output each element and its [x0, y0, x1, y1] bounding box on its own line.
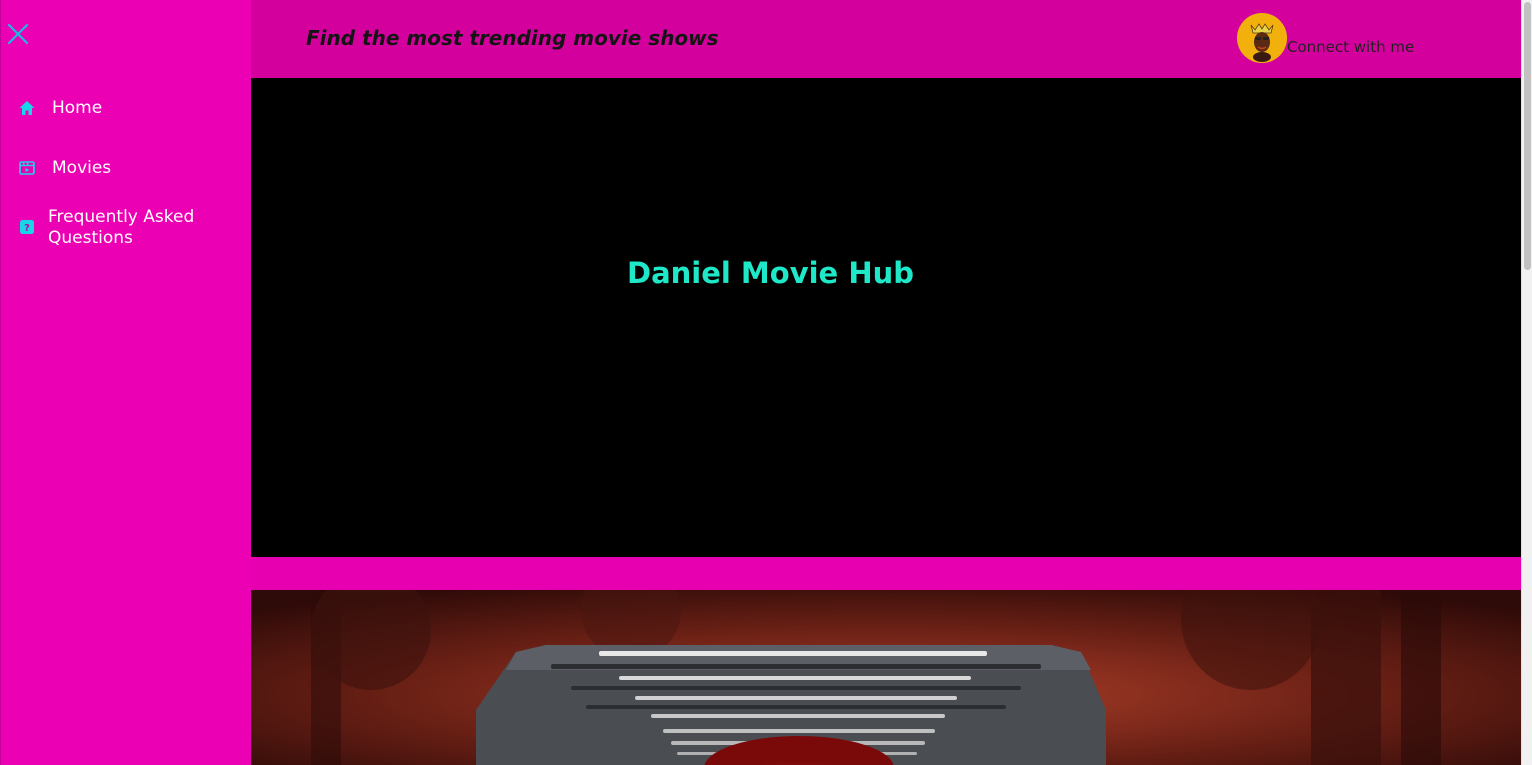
hero-banner: Daniel Movie Hub [251, 78, 1521, 557]
section-divider [251, 557, 1521, 590]
svg-text:?: ? [24, 223, 30, 234]
sidebar-item-label: Movies [52, 158, 112, 178]
sidebar: Home Movies ? Frequently Asked Questions [0, 0, 251, 765]
sidebar-item-movies[interactable]: Movies [17, 158, 111, 179]
connect-with-me-link[interactable]: Connect with me [1237, 13, 1414, 63]
close-icon[interactable] [6, 22, 30, 46]
avatar [1237, 13, 1287, 63]
top-header: Find the most trending movie shows Conne… [251, 0, 1521, 78]
sidebar-item-home[interactable]: Home [17, 98, 102, 119]
home-icon [17, 98, 37, 118]
sidebar-item-label: Frequently Asked Questions [48, 207, 195, 248]
film-icon [17, 158, 37, 178]
sidebar-item-label: Home [52, 98, 103, 118]
scrollbar-thumb[interactable] [1524, 2, 1531, 270]
connect-label: Connect with me [1287, 38, 1415, 56]
page-tagline: Find the most trending movie shows [306, 26, 719, 50]
sidebar-item-faq[interactable]: ? Frequently Asked Questions [17, 207, 207, 249]
page: Home Movies ? Frequently Asked Questions… [0, 0, 1532, 765]
hero-title: Daniel Movie Hub [627, 256, 914, 290]
question-icon: ? [17, 217, 37, 237]
featured-movie-image [251, 590, 1521, 765]
vertical-scrollbar[interactable] [1521, 0, 1532, 765]
